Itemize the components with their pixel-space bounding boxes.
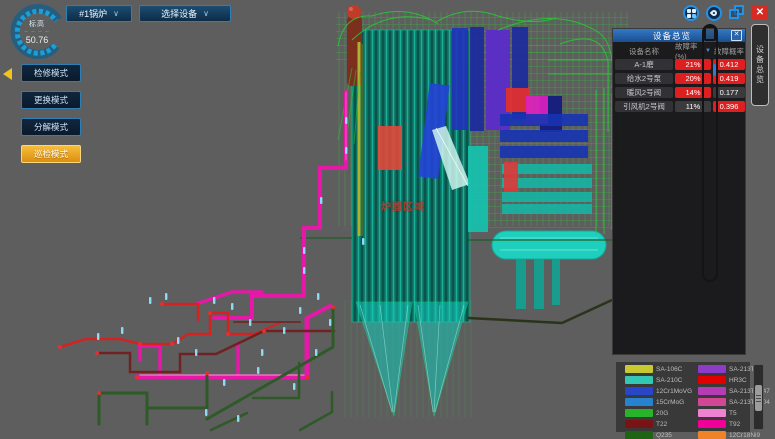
- legend-swatch: [698, 365, 726, 373]
- legend-label: Q235: [656, 432, 672, 439]
- layer-front-glyph: [729, 9, 739, 19]
- column-header-device-name: 设备名称: [615, 45, 673, 57]
- legend-swatch: [698, 376, 726, 384]
- legend-item: 20G: [625, 409, 692, 417]
- legend-swatch: [625, 420, 653, 428]
- legend-scrollbar-thumb[interactable]: [755, 385, 762, 411]
- legend-swatch: [698, 387, 726, 395]
- dashboard-icon[interactable]: [683, 5, 699, 21]
- legend-item: 15CrMoG: [625, 398, 692, 406]
- panel-close-button[interactable]: ✕: [731, 30, 742, 41]
- table-row[interactable]: 暖风2号阀 14% 0.177: [615, 87, 745, 98]
- close-view-button[interactable]: ✕: [752, 5, 768, 20]
- legend-column-left: SA-106C SA-210C 12Cr1MoVG 15CrMoG 20G T2…: [625, 365, 692, 439]
- droplet-glyph: [710, 9, 718, 17]
- legend-label: SA-210C: [656, 377, 682, 384]
- legend-scrollbar[interactable]: [753, 364, 764, 430]
- mode-button-replace[interactable]: 更换模式: [21, 91, 81, 109]
- dashboard-grid-glyph: [687, 9, 696, 18]
- joint-markers: [58, 302, 335, 395]
- device-overview-panel: 设备总览 ✕ 设备名称 故障率(%) ▼ 故障概率 A-1磨 21% 0.412…: [612, 28, 746, 355]
- legend-item: 12Cr18Ni9: [698, 431, 770, 439]
- elevation-gauge: 标高 ‒ ‒ ‒ ‒ 50.76: [4, 2, 70, 62]
- legend-label: HR3C: [729, 377, 747, 384]
- chevron-down-icon: ∨: [203, 9, 209, 18]
- legend-swatch: [625, 376, 653, 384]
- mode-button-explode[interactable]: 分解模式: [21, 118, 81, 136]
- legend-swatch: [698, 431, 726, 439]
- legend-swatch: [698, 420, 726, 428]
- legend-item: SA-106C: [625, 365, 692, 373]
- table-header: 设备名称 故障率(%) ▼ 故障概率: [615, 45, 745, 57]
- collapse-panel-arrow-icon[interactable]: [3, 68, 12, 80]
- legend-swatch: [625, 409, 653, 417]
- device-name-cell: A-1磨: [615, 59, 673, 70]
- drop-mode-icon[interactable]: [706, 5, 722, 21]
- device-select-value: 选择设备: [161, 7, 197, 20]
- legend-swatch: [625, 365, 653, 373]
- legend-item: Q235: [625, 431, 692, 439]
- piping-network: [60, 92, 346, 430]
- mode-button-patrol[interactable]: 巡检模式: [21, 145, 81, 163]
- tab-device-overview[interactable]: 设备总览: [751, 24, 769, 106]
- device-name-cell: 引风机2号阀: [615, 101, 673, 112]
- legend-label: 12Cr18Ni9: [729, 432, 760, 439]
- legend-swatch: [625, 398, 653, 406]
- gauge-label: 标高: [4, 19, 70, 29]
- table-row[interactable]: A-1磨 21% 0.412: [615, 59, 745, 70]
- gauge-value: 50.76: [4, 35, 70, 45]
- legend-label: T92: [729, 421, 740, 428]
- layers-icon[interactable]: [729, 5, 746, 21]
- legend-label: SA-106C: [656, 366, 682, 373]
- legend-swatch: [625, 431, 653, 439]
- table-row[interactable]: 引风机2号阀 11% 0.396: [615, 101, 745, 112]
- device-name-cell: 暖风2号阀: [615, 87, 673, 98]
- material-legend: SA-106C SA-210C 12Cr1MoVG 15CrMoG 20G T2…: [616, 362, 750, 432]
- legend-label: T5: [729, 410, 737, 417]
- legend-item: T22: [625, 420, 692, 428]
- legend-item: SA-210C: [625, 376, 692, 384]
- device-table: A-1磨 21% 0.412 给水2号泵 20% 0.419 暖风2号阀 14%…: [615, 59, 745, 112]
- legend-label: T22: [656, 421, 667, 428]
- legend-label: 15CrMoG: [656, 399, 684, 406]
- furnace-region-label: 炉膛区域: [381, 198, 425, 213]
- chevron-down-icon: ∨: [113, 9, 119, 18]
- mode-button-overhaul[interactable]: 检修模式: [21, 64, 81, 82]
- legend-swatch: [698, 398, 726, 406]
- view-zoom-slider[interactable]: [702, 24, 718, 282]
- boiler-select-value: #1锅炉: [79, 7, 107, 20]
- legend-label: 12Cr1MoVG: [656, 388, 692, 395]
- legend-swatch: [625, 387, 653, 395]
- legend-item: 12Cr1MoVG: [625, 387, 692, 395]
- legend-label: 20G: [656, 410, 668, 417]
- view-zoom-slider-mark: [713, 64, 716, 76]
- legend-swatch: [698, 409, 726, 417]
- device-select-dropdown[interactable]: 选择设备 ∨: [139, 5, 231, 22]
- boiler-select-dropdown[interactable]: #1锅炉 ∨: [66, 5, 132, 22]
- table-row[interactable]: 给水2号泵 20% 0.419: [615, 73, 745, 84]
- device-name-cell: 给水2号泵: [615, 73, 673, 84]
- view-zoom-slider-thumb[interactable]: [704, 26, 716, 41]
